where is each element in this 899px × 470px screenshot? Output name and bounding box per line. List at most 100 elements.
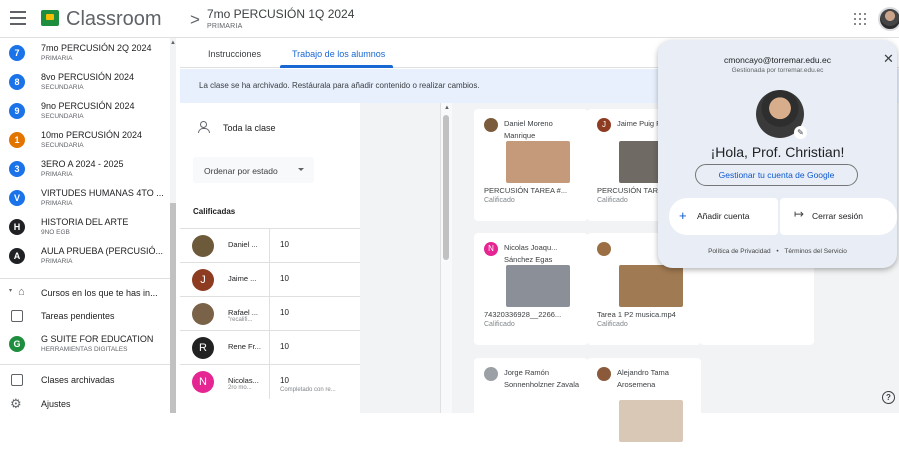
sidebar-divider <box>0 278 170 279</box>
course-name: 9no PERCUSIÓN 2024 <box>41 101 135 111</box>
student-avatar: R <box>192 337 214 359</box>
attachment-thumbnail[interactable] <box>619 265 683 307</box>
tab-instructions[interactable]: Instrucciones <box>208 49 261 59</box>
sidebar-course-item[interactable]: 8 8vo PERCUSIÓN 2024 SECUNDARIA <box>0 69 178 95</box>
student-name: Daniel Moreno Manrique <box>504 119 553 140</box>
sidebar-item-label: Ajustes <box>41 399 71 409</box>
tab-student-work[interactable]: Trabajo de los alumnos <box>292 49 385 59</box>
student-avatar: N <box>192 371 214 393</box>
student-name: Alejandro Tama Arosemena <box>617 368 669 389</box>
help-icon[interactable]: ? <box>882 391 895 404</box>
attachment-name[interactable]: Tarea 1 P2 musica.mp4 <box>597 310 697 319</box>
course-section: PRIMARIA <box>41 171 73 178</box>
account-avatar[interactable] <box>878 7 899 31</box>
attachment-name[interactable]: 74320336928__2266... <box>484 310 584 319</box>
submission-card[interactable]: Jorge Ramón Sonnenholzner Zavala <box>474 358 588 470</box>
sidebar-course-item[interactable]: 1 10mo PERCUSIÓN 2024 SECUNDARIA <box>0 127 178 153</box>
google-apps-icon[interactable] <box>854 13 866 25</box>
sort-dropdown-label: Ordenar por estado <box>204 166 278 176</box>
student-list-scrollbar[interactable]: ▲ <box>440 103 452 413</box>
sign-out-button[interactable]: ↦ Cerrar sesión <box>780 198 897 235</box>
submission-status: Calificado <box>484 197 515 204</box>
course-title[interactable]: 7mo PERCUSIÓN 1Q 2024 <box>207 7 354 21</box>
grade-value[interactable]: 10 <box>280 240 289 249</box>
sidebar-item-gsuite[interactable]: G G SUITE FOR EDUCATION HERRAMIENTAS DIG… <box>0 331 178 357</box>
classroom-logo-icon[interactable] <box>41 10 59 26</box>
course-section: PRIMARIA <box>41 200 73 207</box>
student-grade-row[interactable]: R Rene Fr... 10 <box>180 330 360 365</box>
account-actions: + Añadir cuenta ↦ Cerrar sesión <box>669 198 897 235</box>
attachment-thumbnail[interactable] <box>619 400 683 442</box>
scroll-up-icon[interactable]: ▲ <box>170 40 176 46</box>
course-badge: 8 <box>9 74 25 90</box>
course-badge: 9 <box>9 103 25 119</box>
student-grade-row[interactable]: Daniel ... 10 <box>180 228 360 263</box>
privacy-policy-link[interactable]: Política de Privacidad <box>708 248 771 255</box>
sidebar-course-item[interactable]: 9 9no PERCUSIÓN 2024 SECUNDARIA <box>0 98 178 124</box>
student-avatar <box>484 367 498 381</box>
course-badge: V <box>9 190 25 206</box>
submission-card[interactable]: Daniel Moreno Manrique PERCUSIÓN TAREA #.… <box>474 109 588 221</box>
student-grade-row[interactable]: J Jaime ... 10 <box>180 262 360 297</box>
course-section: HERRAMIENTAS DIGITALES <box>41 346 128 353</box>
student-avatar: J <box>597 118 611 132</box>
scrollbar-thumb[interactable] <box>170 203 176 413</box>
sidebar-item-label: Cursos en los que te has in... <box>41 288 158 298</box>
attachment-thumbnail[interactable] <box>506 141 570 183</box>
sidebar-course-item[interactable]: H HISTORIA DEL ARTE 9NO EGB <box>0 214 178 240</box>
student-grade-row[interactable]: N Nicolas... 2ro mo... 10 Completado con re.… <box>180 364 360 399</box>
managed-by: Gestionada por torremar.edu.ec <box>731 67 824 74</box>
student-name: Rene Fr... <box>228 342 261 351</box>
add-account-button[interactable]: + Añadir cuenta <box>669 198 778 235</box>
grade-value[interactable]: 10 <box>280 342 289 351</box>
submission-card[interactable]: Alejandro Tama Arosemena <box>587 358 701 470</box>
chevron-right-icon: > <box>190 10 200 29</box>
grade-value[interactable]: 10 <box>280 308 289 317</box>
grade-status: Completado con re... <box>280 387 336 393</box>
sidebar-course-item[interactable]: A AULA PRUEBA (PERCUSIÓ... PRIMARIA <box>0 243 178 269</box>
sign-out-label: Cerrar sesión <box>812 211 864 221</box>
todo-icon <box>11 310 23 322</box>
course-section: PRIMARIA <box>41 55 73 62</box>
sidebar-item-archived[interactable]: Clases archivadas <box>0 370 170 392</box>
app-title[interactable]: Classroom <box>66 8 162 31</box>
manage-account-button[interactable]: Gestionar tu cuenta de Google <box>695 164 858 186</box>
account-popup: cmoncayo@torremar.edu.ec Gestionada por … <box>658 40 897 268</box>
logout-icon: ↦ <box>794 207 805 221</box>
sidebar-item-settings[interactable]: ⚙ Ajustes <box>0 394 170 413</box>
active-tab-indicator <box>280 65 393 68</box>
course-badge: 3 <box>9 161 25 177</box>
graded-section-label: Calificadas <box>193 207 236 216</box>
row-divider <box>269 331 270 365</box>
sidebar-item-label: Clases archivadas <box>41 375 115 385</box>
student-grade-row[interactable]: Rafael ... "recalifi... 10 <box>180 296 360 331</box>
edit-pencil-icon[interactable]: ✎ <box>794 126 807 139</box>
student-avatar <box>597 367 611 381</box>
sidebar-course-item[interactable]: 3 3ERO A 2024 - 2025 PRIMARIA <box>0 156 178 182</box>
course-name: AULA PRUEBA (PERCUSIÓ... <box>41 246 164 256</box>
terms-of-service-link[interactable]: Términos del Servicio <box>784 248 847 255</box>
grade-value[interactable]: 10 <box>280 274 289 283</box>
sidebar-scrollbar[interactable]: ▲ <box>170 38 176 413</box>
archive-icon <box>11 374 23 386</box>
sidebar-item-pending[interactable]: Tareas pendientes <box>0 306 170 328</box>
add-account-label: Añadir cuenta <box>697 211 750 221</box>
course-section: PRIMARIA <box>41 258 73 265</box>
all-class-label[interactable]: Toda la clase <box>223 123 276 133</box>
sidebar-course-item[interactable]: V VIRTUDES HUMANAS 4TO ... PRIMARIA <box>0 185 178 211</box>
scrollbar-thumb[interactable] <box>443 115 449 260</box>
scroll-up-icon[interactable]: ▲ <box>444 105 450 111</box>
row-divider <box>269 263 270 297</box>
grade-value[interactable]: 10 <box>280 376 289 385</box>
course-section: SECUNDARIA <box>41 142 84 149</box>
sidebar-item-enrolled[interactable]: ▾ ⌂ Cursos en los que te has in... <box>0 283 170 305</box>
student-avatar <box>484 118 498 132</box>
top-app-bar: Classroom > 7mo PERCUSIÓN 1Q 2024 PRIMAR… <box>0 0 899 38</box>
attachment-name[interactable]: PERCUSIÓN TAREA #... <box>484 186 584 195</box>
close-icon[interactable]: ✕ <box>883 51 894 67</box>
attachment-thumbnail[interactable] <box>506 265 570 307</box>
submission-card[interactable]: N Nicolas Joaqu... Sánchez Egas 7432033692… <box>474 233 588 345</box>
hamburger-menu-icon[interactable] <box>10 11 26 25</box>
sidebar-course-item[interactable]: 7 7mo PERCUSIÓN 2Q 2024 PRIMARIA <box>0 40 178 66</box>
student-name: Nicolas... <box>228 376 259 385</box>
